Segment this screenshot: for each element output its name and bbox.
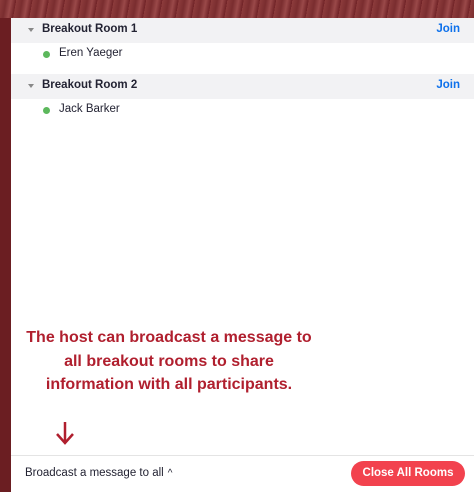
window-frame-top xyxy=(0,0,474,18)
broadcast-message-button[interactable]: Broadcast a message to all ^ xyxy=(25,467,172,479)
breakout-rooms-panel: Breakout Room 1 Join Eren Yaeger Breakou… xyxy=(11,18,474,491)
down-arrow-icon xyxy=(56,422,74,445)
chevron-up-icon: ^ xyxy=(167,468,173,479)
annotation-line: information with all participants. xyxy=(45,376,293,393)
join-room-2-button[interactable]: Join xyxy=(436,79,460,91)
room-title: Breakout Room 1 xyxy=(42,23,138,35)
collapse-caret-icon[interactable] xyxy=(28,28,34,32)
online-status-icon xyxy=(43,51,50,58)
broadcast-label: Broadcast a message to all xyxy=(25,467,164,479)
annotation-line: The host can broadcast a message to xyxy=(26,329,312,346)
annotation-line: all breakout rooms to share xyxy=(64,352,274,370)
online-status-icon xyxy=(43,107,50,114)
breakout-footer: Broadcast a message to all ^ Close All Ro… xyxy=(11,455,474,492)
join-room-1-button[interactable]: Join xyxy=(436,23,460,35)
room-header-1[interactable]: Breakout Room 1 Join xyxy=(11,18,474,43)
participant-name: Jack Barker xyxy=(59,103,120,115)
collapse-caret-icon[interactable] xyxy=(28,84,34,88)
participant-row: Eren Yaeger xyxy=(11,43,474,66)
room-title: Breakout Room 2 xyxy=(42,79,138,91)
participant-row: Jack Barker xyxy=(11,99,474,122)
room-header-2[interactable]: Breakout Room 2 Join xyxy=(11,74,474,99)
participant-name: Eren Yaeger xyxy=(59,47,123,59)
close-all-rooms-button[interactable]: Close All Rooms xyxy=(351,461,465,486)
annotation-text: The host can broadcast a message to all … xyxy=(0,326,338,397)
